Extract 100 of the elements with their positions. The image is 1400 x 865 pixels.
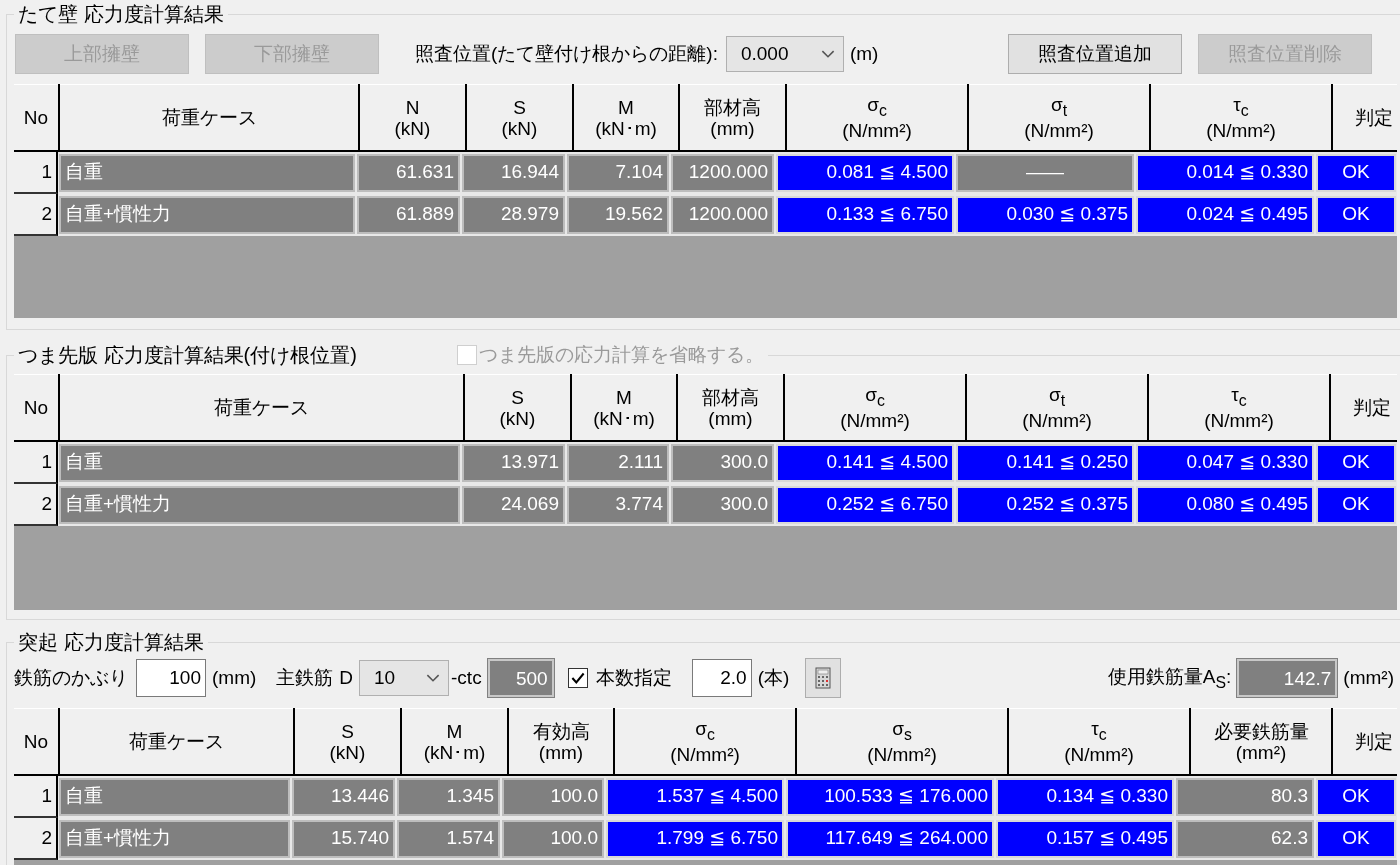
table-cell: 1200.000 xyxy=(671,196,774,234)
column-header: τ$_{c}$ (N/mm²) xyxy=(1151,84,1331,150)
table-cell: 0.080 ≦ 0.495 xyxy=(1136,486,1314,524)
column-header: 判定 xyxy=(1333,708,1397,774)
column-header: σ$_{c}$ (N/mm²) xyxy=(787,84,967,150)
section-title: つま先版 応力度計算結果(付け根位置) xyxy=(18,343,357,367)
column-header: 荷重ケース xyxy=(60,708,293,774)
table-cell: 28.979 xyxy=(462,196,565,234)
table-cell: 1200.000 xyxy=(671,154,774,192)
column-header: S (kN) xyxy=(467,84,572,150)
unit-label: (mm²) xyxy=(1343,667,1394,689)
column-header: 有効高 (mm) xyxy=(509,708,613,774)
table-cell: —— xyxy=(956,154,1134,192)
ctc-label: -ctc xyxy=(451,667,482,689)
column-header: 部材高 (mm) xyxy=(678,374,783,440)
rebar-label: 主鉄筋 xyxy=(276,666,334,690)
calculator-icon xyxy=(815,666,832,690)
table-cell: 7.104 xyxy=(567,154,669,192)
column-header: 部材高 (mm) xyxy=(680,84,785,150)
table-cell: 100.0 xyxy=(502,778,604,816)
column-header: 荷重ケース xyxy=(60,84,358,150)
column-header: 判定 xyxy=(1333,84,1397,150)
position-dropdown[interactable]: 0.000 xyxy=(725,36,844,72)
table-cell: OK xyxy=(1316,154,1396,192)
column-header: M (kN･m) xyxy=(402,708,507,774)
position-action-button[interactable]: 照査位置追加 xyxy=(1008,34,1182,74)
column-header: 荷重ケース xyxy=(60,374,463,440)
column-header: S (kN) xyxy=(465,374,570,440)
table-cell: 61.631 xyxy=(357,154,460,192)
table-cell: 0.133 ≦ 6.750 xyxy=(776,196,954,234)
table-cell: 0.252 ≦ 0.375 xyxy=(956,486,1134,524)
caret-icon xyxy=(820,49,835,59)
cover-label: 鉄筋のかぶり xyxy=(14,666,128,690)
rebar-area-field[interactable]: 142.7 xyxy=(1237,659,1338,697)
table-cell: OK xyxy=(1316,820,1396,858)
diameter-dropdown[interactable]: 10 xyxy=(359,660,450,696)
position-label: 照査位置(たて壁付け根からの距離): xyxy=(415,42,718,66)
column-header: σ$_{t}$ (N/mm²) xyxy=(969,84,1149,150)
table-cell: 0.014 ≦ 0.330 xyxy=(1136,154,1314,192)
column-header: No xyxy=(14,374,58,440)
table-cell: 2.111 xyxy=(567,444,669,482)
column-header: σ$_{s}$ (N/mm²) xyxy=(797,708,1007,774)
table-cell: 自重+慣性力 xyxy=(59,196,355,234)
rebar-area-label: 使用鉄筋量A$_{S}$: xyxy=(1107,665,1232,692)
table-cell: 80.3 xyxy=(1176,778,1314,816)
cover-input-field[interactable]: 100 xyxy=(136,659,206,697)
table-cell: 0.047 ≦ 0.330 xyxy=(1136,444,1314,482)
section-title: 突起 応力度計算結果 xyxy=(18,630,204,654)
table-cell: 0.030 ≦ 0.375 xyxy=(956,196,1134,234)
table-cell: 0.024 ≦ 0.495 xyxy=(1136,196,1314,234)
section-title: たて壁 応力度計算結果 xyxy=(18,2,224,26)
column-header: τ$_{c}$ (N/mm²) xyxy=(1009,708,1189,774)
table-cell: 0.252 ≦ 6.750 xyxy=(776,486,954,524)
column-header: M (kN･m) xyxy=(572,374,676,440)
ctc-field[interactable]: 500 xyxy=(487,659,554,697)
row-number: 1 xyxy=(14,776,58,818)
table-cell: OK xyxy=(1316,486,1396,524)
table-cell: 61.889 xyxy=(357,196,460,234)
column-header: N (kN) xyxy=(360,84,465,150)
table-cell: 自重 xyxy=(59,154,355,192)
table-cell: 19.562 xyxy=(567,196,669,234)
checkbox[interactable] xyxy=(567,668,588,688)
table-cell: 0.134 ≦ 0.330 xyxy=(996,778,1174,816)
row-number: 1 xyxy=(14,442,58,484)
column-header: 判定 xyxy=(1331,374,1397,440)
table-cell: 0.141 ≦ 0.250 xyxy=(956,444,1134,482)
table-cell: 100.533 ≦ 176.000 xyxy=(786,778,994,816)
table-cell: 自重 xyxy=(59,778,290,816)
table-cell: OK xyxy=(1316,444,1396,482)
unit-label: (本) xyxy=(757,666,790,690)
caret-icon xyxy=(426,673,441,683)
table-cell: 117.649 ≦ 264.000 xyxy=(786,820,994,858)
table-cell: 300.0 xyxy=(671,444,774,482)
table-cell: 1.537 ≦ 4.500 xyxy=(606,778,784,816)
unit-label: (m) xyxy=(849,43,879,65)
diameter-prefix: D xyxy=(339,667,354,689)
table-cell: 100.0 xyxy=(502,820,604,858)
table-cell: 1.799 ≦ 6.750 xyxy=(606,820,784,858)
table-cell: 62.3 xyxy=(1176,820,1314,858)
calculator-button[interactable] xyxy=(805,658,842,698)
table-cell: 15.740 xyxy=(292,820,395,858)
table-cell: 自重 xyxy=(59,444,460,482)
column-header: 必要鉄筋量 (mm²) xyxy=(1191,708,1331,774)
column-header: σ$_{c}$ (N/mm²) xyxy=(785,374,965,440)
column-header: σ$_{t}$ (N/mm²) xyxy=(967,374,1147,440)
table-cell: 300.0 xyxy=(671,486,774,524)
table-cell: OK xyxy=(1316,196,1396,234)
table-cell: 1.345 xyxy=(397,778,500,816)
count-input-field[interactable]: 2.0 xyxy=(691,659,752,697)
checkbox-label[interactable]: 本数指定 xyxy=(595,665,672,691)
table-cell: 16.944 xyxy=(462,154,565,192)
table-cell: 3.774 xyxy=(567,486,669,524)
table-cell: 1.574 xyxy=(397,820,500,858)
table-cell: 13.446 xyxy=(292,778,395,816)
row-number: 2 xyxy=(14,818,58,860)
row-number: 1 xyxy=(14,152,58,194)
row-number: 2 xyxy=(14,484,58,526)
column-header: No xyxy=(14,708,58,774)
table-cell: 自重+慣性力 xyxy=(59,486,460,524)
table-cell: OK xyxy=(1316,778,1396,816)
